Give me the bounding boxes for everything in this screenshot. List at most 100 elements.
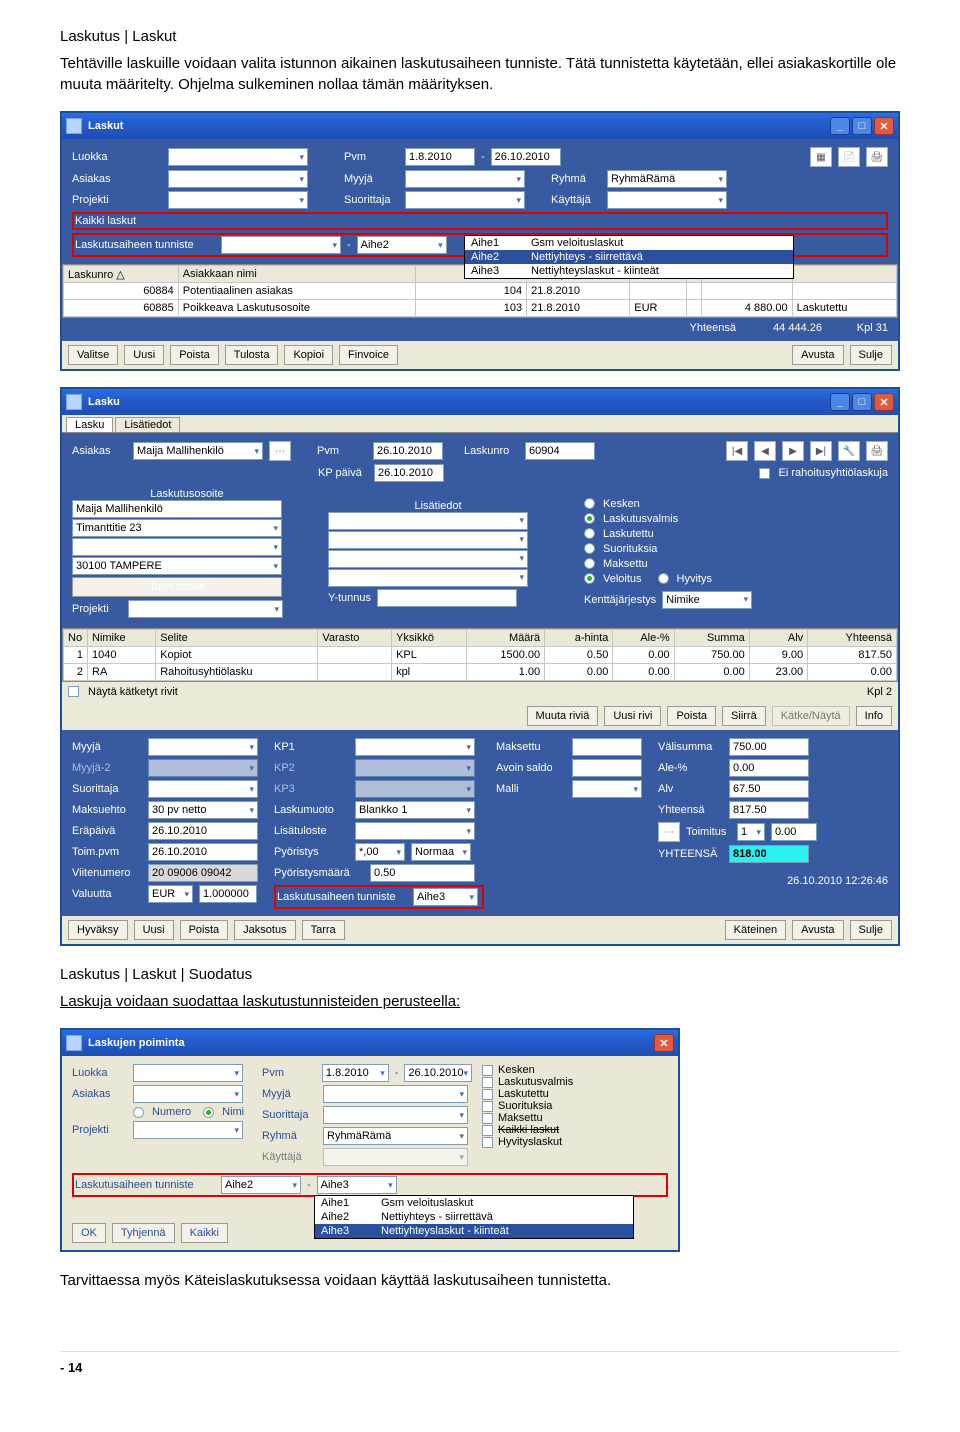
prev-icon[interactable]: ◀ (754, 441, 776, 461)
lta-dropdown[interactable]: Aihe1Gsm veloituslaskut Aihe2Nettiyhteys… (314, 1195, 634, 1239)
tulosta-button[interactable]: Tulosta (225, 345, 279, 365)
poista-button[interactable]: Poista (180, 920, 229, 940)
lo-3-input[interactable]: 30100 TAMPERE (72, 557, 282, 575)
kp2-input[interactable] (355, 759, 475, 777)
chk-kaikki[interactable] (482, 1125, 493, 1136)
tarra-button[interactable]: Tarra (302, 920, 345, 940)
lt-3-input[interactable] (328, 550, 528, 568)
myyja2-input[interactable] (148, 759, 258, 777)
line-row[interactable]: 11040Kopiot KPL1500.00 0.500.00 750.009.… (64, 647, 897, 664)
finvoice-button[interactable]: Finvoice (339, 345, 398, 365)
chk-suorituksia[interactable] (482, 1101, 493, 1112)
erl-checkbox[interactable] (759, 468, 770, 479)
lo-2-input[interactable]: Timanttitie 23 (72, 519, 282, 537)
pvm-input[interactable]: 26.10.2010 (373, 442, 443, 460)
excel-icon[interactable]: 📄 (838, 147, 860, 167)
avusta-button[interactable]: Avusta (792, 345, 843, 365)
chk-laskutettu[interactable] (482, 1089, 493, 1100)
suorittaja-select[interactable] (323, 1106, 468, 1124)
lo-1-input[interactable]: Maija Mallihenkilö (72, 500, 282, 518)
table-row[interactable]: 60885Poikkeava Laskutusosoite 10321.8.20… (64, 300, 897, 317)
lta-sel1[interactable]: Aihe2 (221, 1176, 301, 1194)
ytunnus-input[interactable] (377, 589, 517, 607)
print-icon[interactable]: 🖨 (866, 441, 888, 461)
pyorm-input[interactable]: 0.50 (370, 864, 475, 882)
maksettu-input[interactable] (572, 738, 642, 756)
close-button[interactable]: ✕ (874, 117, 894, 135)
kayttaja-select[interactable] (607, 191, 727, 209)
suorittaja-select[interactable] (405, 191, 525, 209)
kaikki-button[interactable]: Kaikki (181, 1223, 228, 1243)
col-asiakkaannimi[interactable]: Asiakkaan nimi (178, 266, 416, 283)
laskunro-input[interactable]: 60904 (525, 442, 595, 460)
maksuehto-input[interactable]: 30 pv netto (148, 801, 258, 819)
chk-kesken[interactable] (482, 1065, 493, 1076)
lisatuloste-input[interactable] (355, 822, 475, 840)
malli-input[interactable] (572, 780, 642, 798)
sulje-button[interactable]: Sulje (850, 345, 892, 365)
toimitus-ellipsis[interactable]: ⋯ (658, 822, 680, 842)
uusi-button[interactable]: Uusi (134, 920, 174, 940)
status-hyvitys[interactable] (658, 573, 669, 584)
toimosoite-button[interactable]: Toim.osoite (72, 577, 282, 597)
poista-rivi-button[interactable]: Poista (667, 706, 716, 726)
close-button[interactable]: ✕ (874, 393, 894, 411)
last-icon[interactable]: ▶| (810, 441, 832, 461)
uusirivi-button[interactable]: Uusi rivi (604, 706, 661, 726)
asiakas-input[interactable]: Maija Mallihenkilö (133, 442, 263, 460)
tab-lasku[interactable]: Lasku (66, 417, 113, 432)
lt-4-input[interactable] (328, 569, 528, 587)
lta-dropdown[interactable]: Aihe1Gsm veloituslaskut Aihe2Nettiyhteys… (464, 235, 794, 279)
alep-input[interactable]: 0.00 (729, 759, 809, 777)
minimize-button[interactable]: _ (830, 393, 850, 411)
katke-button[interactable]: Kätke/Näytä (772, 706, 850, 726)
valuutta-input[interactable]: EUR (148, 885, 193, 903)
lta-bot-input[interactable]: Aihe3 (413, 888, 478, 906)
line-row[interactable]: 2RARahoitusyhtiölasku kpl1.00 0.000.00 0… (64, 664, 897, 681)
filter-icon[interactable]: ▦ (810, 147, 832, 167)
projekti-select[interactable] (128, 600, 283, 618)
pvm-to-input[interactable]: 26.10.2010 (491, 148, 561, 166)
kj-select[interactable]: Nimike (662, 591, 752, 609)
kurssi-input[interactable]: 1.000000 (199, 885, 257, 903)
print-icon[interactable]: 🖨 (866, 147, 888, 167)
asiakas-select[interactable] (133, 1085, 243, 1103)
nayta-checkbox[interactable] (68, 686, 79, 697)
table-row[interactable]: 60884Potentiaalinen asiakas 10421.8.2010 (64, 283, 897, 300)
status-veloitus[interactable] (584, 573, 595, 584)
tool-icon[interactable]: 🔧 (838, 441, 860, 461)
numero-radio[interactable] (133, 1107, 144, 1118)
lo-empty-input[interactable] (72, 538, 282, 556)
next-icon[interactable]: ▶ (782, 441, 804, 461)
tyhjenna-button[interactable]: Tyhjennä (112, 1223, 175, 1243)
kp-input[interactable]: 26.10.2010 (374, 464, 444, 482)
muuta-button[interactable]: Muuta riviä (527, 706, 599, 726)
myyja-select[interactable] (405, 170, 525, 188)
kateinen-button[interactable]: Käteinen (725, 920, 786, 940)
laskumuoto-input[interactable]: Blankko 1 (355, 801, 475, 819)
myyja-input[interactable] (148, 738, 258, 756)
status-suorituksia[interactable] (584, 543, 595, 554)
col-laskunro[interactable]: Laskunro △ (64, 266, 179, 283)
projekti-select[interactable] (133, 1121, 243, 1139)
lta-sel2[interactable]: Aihe3 (317, 1176, 397, 1194)
status-laskutusvalmis[interactable] (584, 513, 595, 524)
projekti-select[interactable] (168, 191, 308, 209)
luokka-select[interactable] (168, 148, 308, 166)
lta-select-1[interactable] (221, 236, 341, 254)
myyja-select[interactable] (323, 1085, 468, 1103)
status-maksettu[interactable] (584, 558, 595, 569)
pvm1-input[interactable]: 1.8.2010 (322, 1064, 389, 1082)
ellipsis-icon[interactable]: ⋯ (269, 441, 291, 461)
poista-button[interactable]: Poista (170, 345, 219, 365)
status-kesken[interactable] (584, 498, 595, 509)
valitse-button[interactable]: Valitse (68, 345, 118, 365)
tab-lisatiedot[interactable]: Lisätiedot (115, 417, 180, 432)
siirra-button[interactable]: Siirrä (722, 706, 766, 726)
pvm2-input[interactable]: 26.10.2010 (404, 1064, 472, 1082)
sulje-button[interactable]: Sulje (850, 920, 892, 940)
pyoristys2-input[interactable]: Normaa (411, 843, 471, 861)
ok-button[interactable]: OK (72, 1223, 106, 1243)
minimize-button[interactable]: _ (830, 117, 850, 135)
kp3-input[interactable] (355, 780, 475, 798)
